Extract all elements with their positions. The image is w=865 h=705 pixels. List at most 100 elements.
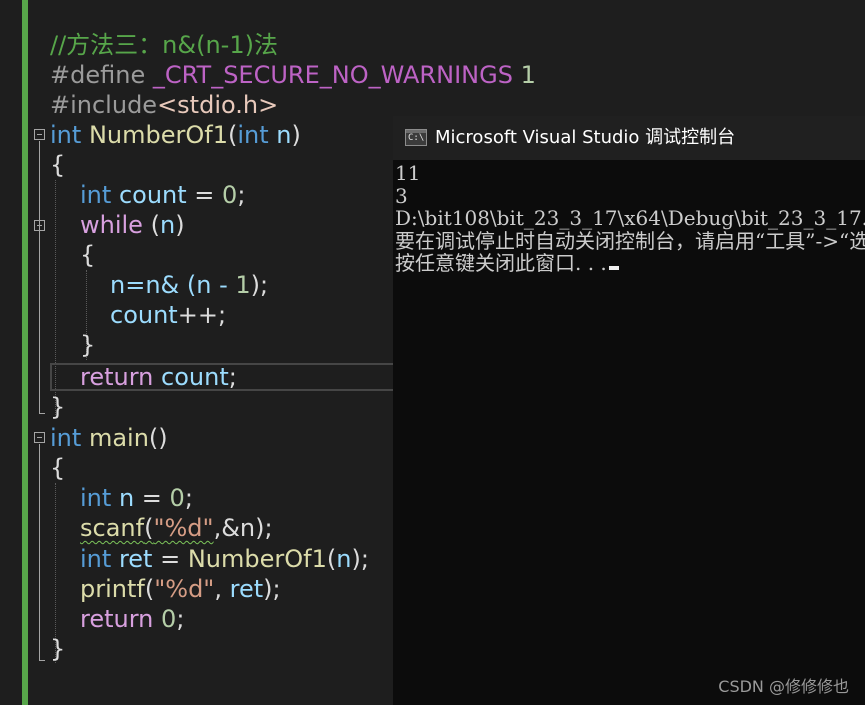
keyword-int: int: [50, 121, 82, 149]
comma: ,: [214, 575, 230, 603]
collapse-minus-icon[interactable]: [34, 432, 45, 443]
code-line-ret-decl: int ret = NumberOf1(n);: [80, 544, 369, 574]
keyword-while: while: [80, 211, 143, 239]
watermark: CSDN @修修修也: [718, 677, 849, 696]
number-zero: 0: [222, 181, 238, 209]
code-line-brace-close: }: [50, 393, 66, 421]
console-icon-text: C:\: [408, 133, 425, 143]
console-title: Microsoft Visual Studio 调试控制台: [435, 127, 736, 148]
change-indicator-bar: [22, 0, 28, 705]
var-count: count: [110, 301, 178, 329]
console-window-icon: C:\: [405, 129, 427, 146]
var-ret: ret: [118, 545, 153, 573]
code-line-count-decl: int count = 0;: [80, 180, 245, 210]
number-one: 1: [235, 271, 251, 299]
console-output-line: 3: [395, 184, 408, 207]
code-line-printf: printf("%d", ret);: [80, 574, 281, 604]
operator-assign: =: [134, 484, 170, 512]
function-printf: printf: [80, 575, 145, 603]
code-line-func-decl: int NumberOf1(int n): [50, 120, 301, 150]
fold-range-line: [39, 444, 40, 660]
var-n: n: [118, 484, 135, 512]
paren-close: ): [291, 121, 301, 149]
code-line-main-brace-close: }: [50, 635, 66, 663]
var-count: count: [118, 181, 187, 209]
close-semicolon: );: [263, 575, 281, 603]
console-prompt-text: 按任意键关闭此窗口. . .: [395, 252, 607, 275]
console-output-line: 按任意键关闭此窗口. . .: [395, 252, 865, 275]
keyword-return: return: [80, 363, 154, 391]
console-output-line: 11: [395, 162, 421, 185]
console-output-line: D:\bit108\bit_23_3_17\x64\Debug\bit_23_3…: [395, 207, 865, 230]
code-line-main-brace-open: {: [50, 454, 66, 482]
paren-open: (: [144, 575, 155, 603]
semicolon: ;: [228, 363, 237, 391]
code-line-include: #include<stdio.h>: [50, 90, 278, 120]
paren-close: ): [175, 211, 185, 239]
number-zero: 0: [169, 484, 185, 512]
operator-assign: =: [152, 545, 188, 573]
function-scanf: scanf: [80, 514, 145, 542]
keyword-int: int: [237, 121, 269, 149]
keyword-int: int: [80, 484, 112, 512]
console-titlebar[interactable]: C:\ Microsoft Visual Studio 调试控制台: [393, 116, 865, 160]
paren-close: ): [158, 424, 168, 452]
close-semicolon: );: [255, 514, 273, 542]
console-output-line: 要在调试停止时自动关闭控制台，请启用“工具”->“选项”->“调试”->“调试停…: [395, 229, 865, 252]
fold-range-end: [39, 413, 45, 414]
expr-n-assign: n=n& (n -: [110, 271, 236, 299]
arg-amp-n: ,&n: [213, 514, 256, 542]
var-n: n: [336, 545, 352, 573]
param-n: n: [276, 121, 292, 149]
var-n: n: [159, 211, 176, 239]
operator-increment: ++;: [177, 301, 227, 329]
define-directive: #define: [50, 61, 146, 89]
editor-gutter: [0, 0, 22, 705]
code-line-count-inc: count++;: [110, 300, 226, 330]
console-output[interactable]: 11 3 D:\bit108\bit_23_3_17\x64\Debug\bit…: [395, 162, 865, 275]
include-gt: >: [258, 91, 279, 119]
close-semicolon: );: [250, 271, 269, 299]
include-lt: <: [157, 91, 178, 119]
include-directive: #include: [50, 91, 158, 119]
code-line-brace-open: {: [50, 151, 66, 179]
semicolon: ;: [184, 484, 193, 512]
debug-console-window[interactable]: C:\ Microsoft Visual Studio 调试控制台 11 3 D…: [393, 116, 865, 705]
fold-range-line: [39, 141, 40, 413]
paren-open: (: [326, 545, 337, 573]
semicolon: ;: [237, 181, 246, 209]
collapse-minus-icon[interactable]: [34, 220, 45, 231]
code-line-return-count: return count;: [80, 362, 237, 392]
code-line-return-zero: return 0;: [80, 604, 184, 634]
keyword-int: int: [80, 545, 112, 573]
code-line-while-brace-open: {: [80, 241, 96, 269]
code-line-define: #define _CRT_SECURE_NO_WARNINGS 1: [50, 60, 536, 90]
keyword-return: return: [80, 605, 154, 633]
paren-open: (: [150, 211, 160, 239]
collapse-minus-icon[interactable]: [34, 129, 45, 140]
format-string: "%d": [153, 514, 214, 542]
code-line-n-assign: n=n& (n - 1);: [110, 270, 268, 300]
function-call: NumberOf1: [187, 545, 327, 573]
keyword-int: int: [80, 181, 112, 209]
code-line-n-decl: int n = 0;: [80, 483, 193, 513]
function-name: NumberOf1: [88, 121, 228, 149]
fold-range-end: [39, 660, 45, 661]
code-line-scanf: scanf("%d",&n);: [80, 513, 273, 543]
number-zero: 0: [161, 605, 177, 633]
function-main: main: [88, 424, 149, 452]
operator-assign: =: [186, 181, 223, 209]
define-macro-name: _CRT_SECURE_NO_WARNINGS: [152, 61, 513, 89]
keyword-int: int: [50, 424, 82, 452]
paren-open: (: [148, 424, 159, 452]
code-comment-line: //方法三：n&(n-1)法: [50, 31, 278, 59]
close-semicolon: );: [351, 545, 369, 573]
format-string: "%d": [154, 575, 215, 603]
code-line-while: while (n): [80, 210, 185, 240]
define-value: 1: [520, 61, 536, 89]
semicolon: ;: [176, 605, 185, 633]
var-ret: ret: [229, 575, 264, 603]
var-count: count: [161, 363, 229, 391]
console-cursor: [608, 266, 619, 270]
include-header: stdio.h: [177, 91, 259, 119]
